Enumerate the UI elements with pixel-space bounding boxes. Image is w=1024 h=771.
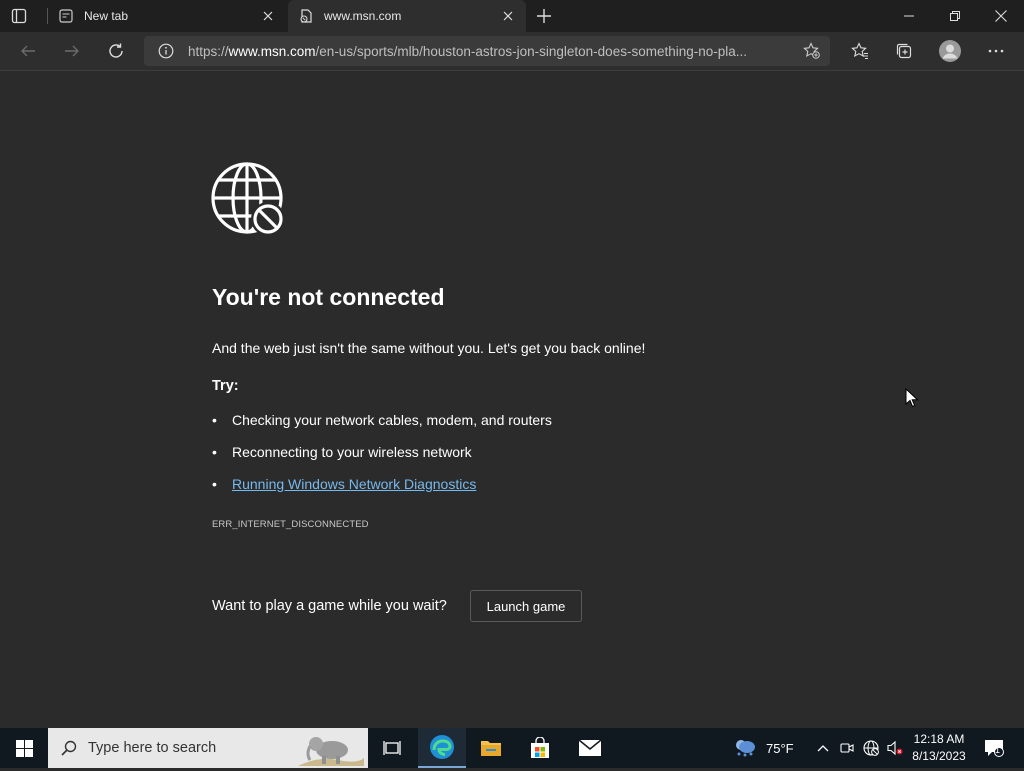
restore-icon[interactable]	[932, 0, 978, 32]
tab-msn[interactable]: www.msn.com	[288, 0, 526, 32]
suggestion-item: • Reconnecting to your wireless network	[212, 444, 472, 460]
windows-start-icon[interactable]	[0, 728, 48, 768]
address-bar[interactable]: https://www.msn.com/en-us/sports/mlb/hou…	[144, 36, 830, 66]
close-icon[interactable]	[260, 8, 276, 24]
profile-avatar-icon[interactable]	[934, 36, 966, 66]
launch-game-button[interactable]: Launch game	[470, 590, 582, 622]
error-code: ERR_INTERNET_DISCONNECTED	[212, 519, 369, 530]
favorites-icon[interactable]	[844, 36, 876, 66]
suggestion-item: • Running Windows Network Diagnostics	[212, 476, 477, 492]
window-close-icon[interactable]	[978, 0, 1024, 32]
collections-icon[interactable]	[888, 36, 920, 66]
mouse-cursor-icon	[905, 387, 919, 413]
network-globe-icon[interactable]	[860, 728, 882, 768]
suggestion-text: Checking your network cables, modem, and…	[232, 412, 552, 428]
tab-title: www.msn.com	[324, 9, 402, 23]
file-explorer-icon[interactable]	[467, 728, 515, 768]
tab-new-tab[interactable]: New tab	[48, 0, 286, 32]
url-domain: www.msn.com	[228, 43, 316, 59]
taskbar: Type here to search 75°F 12:18 AM 8/13/2…	[0, 728, 1024, 768]
search-icon	[60, 739, 78, 757]
url-prefix: https://	[188, 43, 229, 59]
page-subtitle: And the web just isn't the same without …	[212, 340, 646, 356]
search-placeholder: Type here to search	[88, 740, 217, 756]
page-error-icon	[298, 8, 314, 24]
browser-toolbar: https://www.msn.com/en-us/sports/mlb/hou…	[0, 32, 1024, 71]
tab-actions-menu-icon[interactable]	[10, 7, 28, 25]
more-options-icon[interactable]	[980, 36, 1012, 66]
meet-now-icon[interactable]	[836, 728, 858, 768]
tab-title: New tab	[84, 9, 129, 23]
notification-center-icon[interactable]: 1	[980, 728, 1008, 768]
back-arrow-icon[interactable]	[12, 36, 44, 66]
new-tab-page-icon	[58, 8, 74, 24]
mail-icon[interactable]	[566, 728, 614, 768]
close-icon[interactable]	[500, 8, 516, 24]
suggestion-item: • Checking your network cables, modem, an…	[212, 412, 552, 428]
speaker-muted-icon[interactable]	[884, 728, 906, 768]
refresh-icon[interactable]	[100, 36, 132, 66]
add-favorite-icon[interactable]	[802, 41, 822, 61]
try-heading: Try:	[212, 378, 239, 394]
edge-browser-icon[interactable]	[418, 728, 466, 768]
clock-time: 12:18 AM	[913, 732, 965, 746]
network-diagnostics-link[interactable]: Running Windows Network Diagnostics	[232, 476, 476, 492]
taskbar-search-box[interactable]: Type here to search	[48, 728, 368, 768]
task-view-icon[interactable]	[368, 728, 416, 768]
url-text[interactable]: https://www.msn.com/en-us/sports/mlb/hou…	[188, 44, 788, 59]
weather-temp: 75°F	[766, 740, 794, 756]
url-path: /en-us/sports/mlb/houston-astros-jon-sin…	[315, 43, 748, 59]
microsoft-store-icon[interactable]	[516, 728, 564, 768]
weather-cloud-icon	[732, 736, 758, 761]
page-title: You're not connected	[212, 284, 445, 310]
new-tab-plus-icon[interactable]	[534, 6, 554, 26]
clock-date: 8/13/2023	[912, 749, 966, 763]
game-prompt: Want to play a game while you wait?	[212, 598, 447, 614]
system-clock[interactable]: 12:18 AM 8/13/2023	[906, 731, 972, 765]
chevron-up-icon[interactable]	[812, 728, 834, 768]
elephant-search-highlight-icon	[298, 730, 364, 766]
notification-count: 1	[995, 745, 1001, 755]
suggestion-text: Reconnecting to your wireless network	[232, 444, 472, 460]
forward-arrow-icon[interactable]	[56, 36, 88, 66]
site-info-icon[interactable]	[156, 41, 176, 61]
weather-widget[interactable]: 75°F	[732, 728, 794, 768]
tab-strip: New tab www.msn.com	[0, 0, 1024, 32]
no-connection-globe-icon	[211, 162, 287, 238]
minimize-icon[interactable]	[886, 0, 932, 32]
